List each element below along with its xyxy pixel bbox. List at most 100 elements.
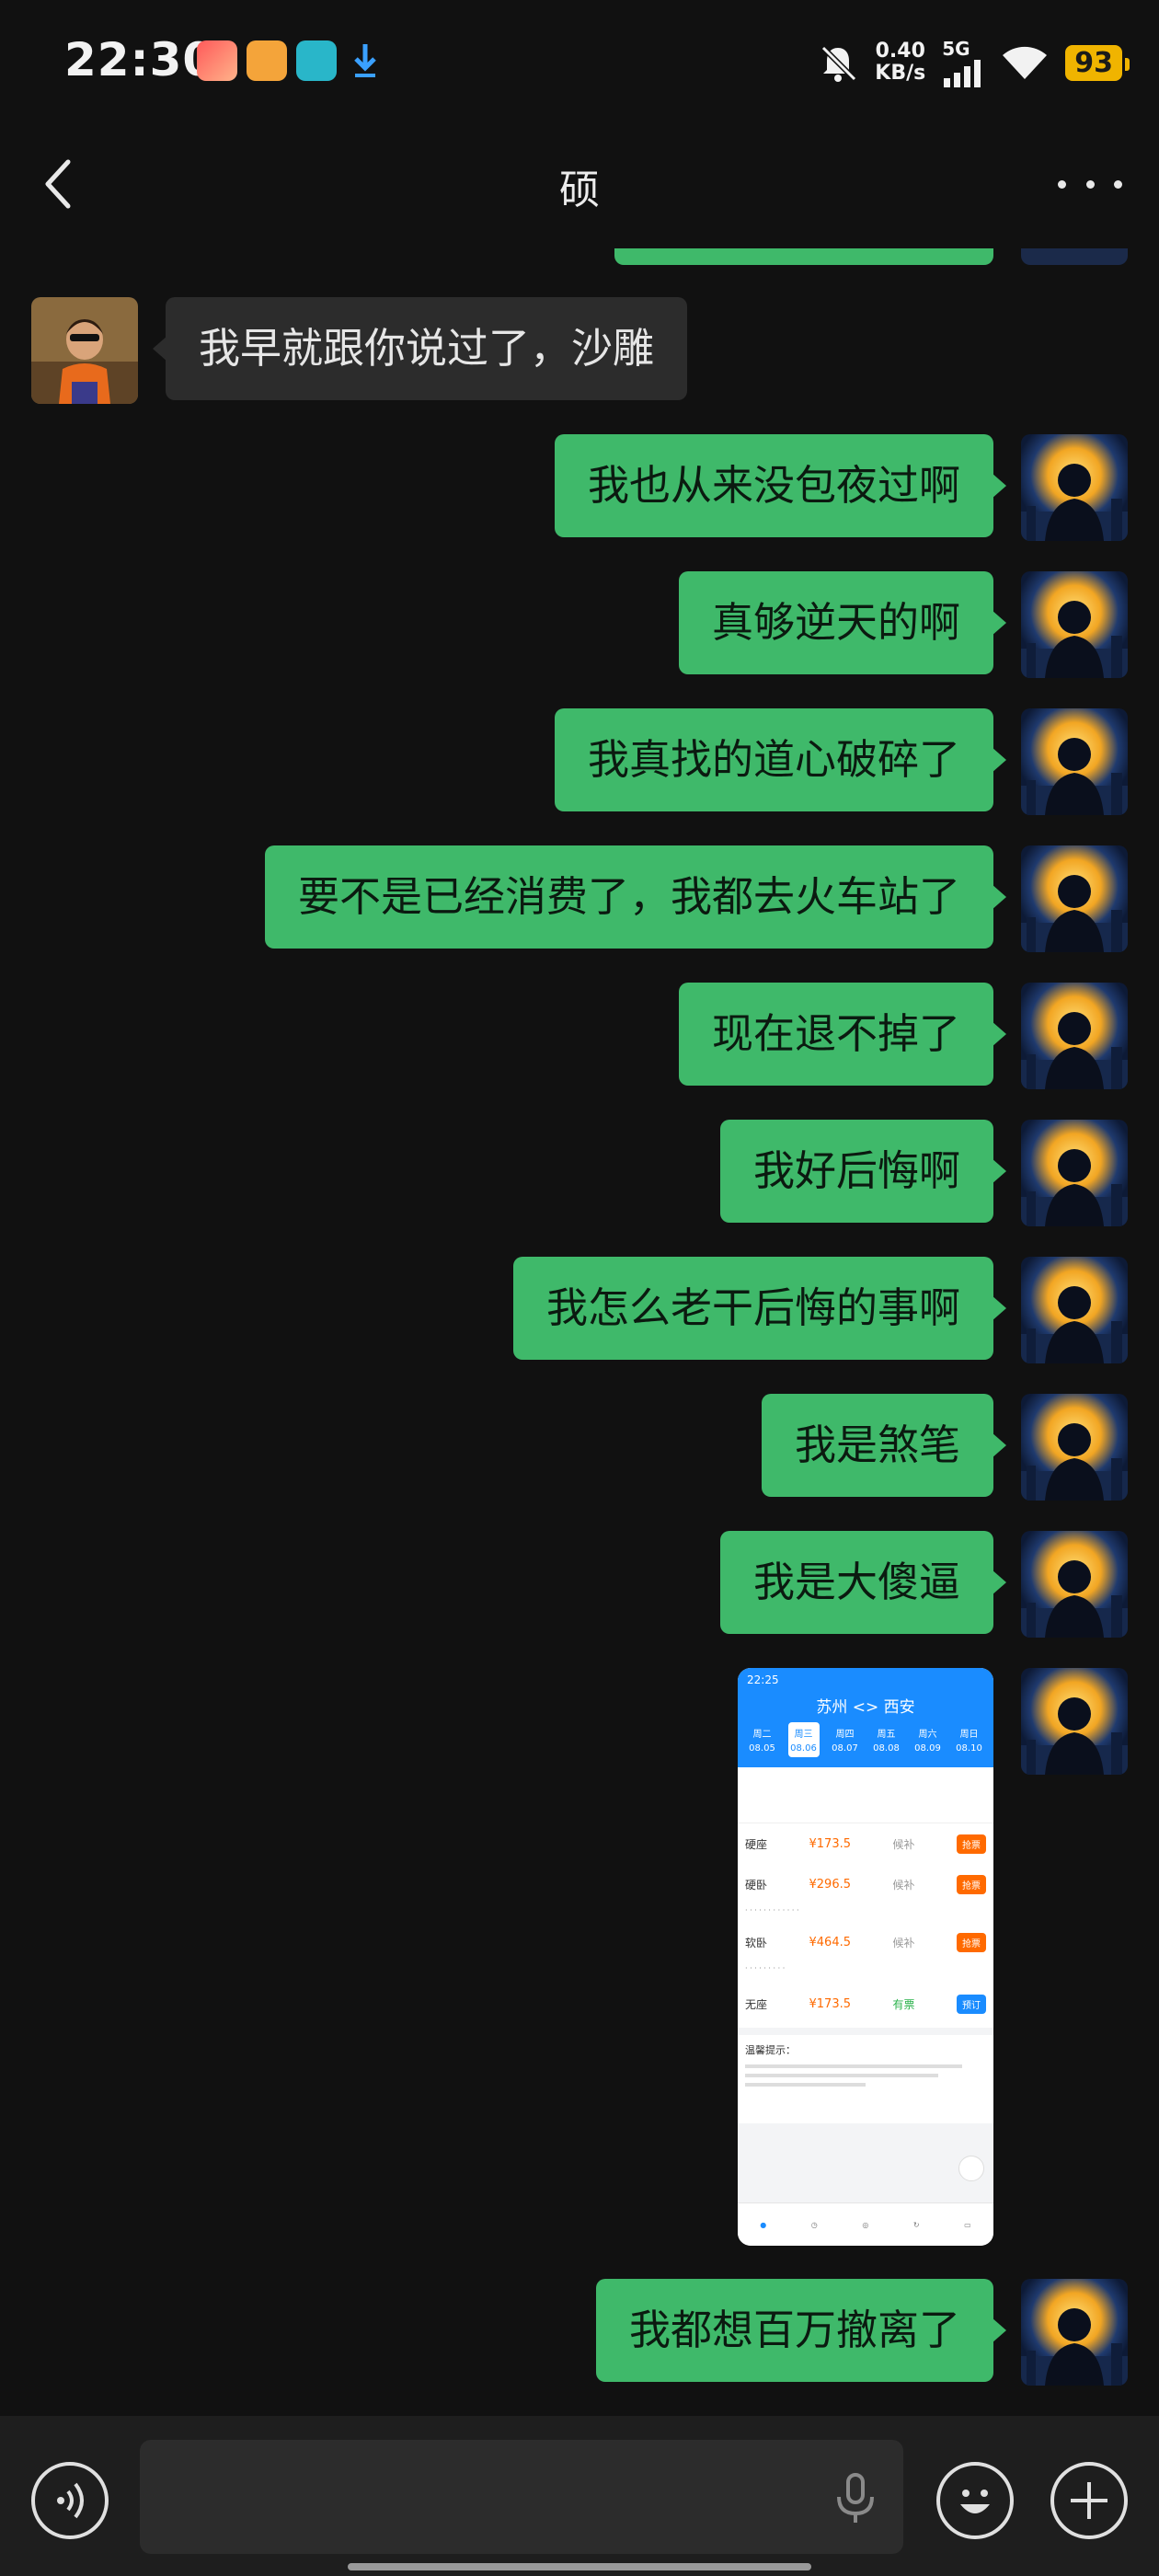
more-dot-icon [1058, 179, 1066, 189]
date-value: 08.05 [749, 1743, 775, 1754]
date-value: 08.09 [914, 1743, 941, 1754]
date-day: 周三 [794, 1730, 813, 1740]
my-avatar[interactable] [1021, 2279, 1128, 2386]
date-day: 周四 [835, 1730, 855, 1740]
image-seat-row: 硬卧 ¥296.5 候补 抢票 [738, 1864, 993, 1904]
date-value: 08.10 [956, 1743, 982, 1754]
silhouette-avatar-icon [1021, 708, 1128, 815]
silhouette-avatar-icon [1021, 434, 1128, 541]
seat-status: 候补 [892, 1936, 915, 1949]
message-bubble-sent[interactable]: 我也从来没包夜过啊 [554, 434, 1007, 537]
date-day: 周五 [877, 1730, 896, 1740]
message-bubble-sent[interactable]: 我怎么老干后悔的事啊 [512, 1257, 1007, 1360]
message-bubble-sent[interactable]: 要不是已经消费了，我都去火车站了 [264, 845, 1007, 949]
my-avatar[interactable] [1021, 708, 1128, 815]
money-bag-icon [247, 40, 287, 81]
cartoon-avatar-icon [31, 297, 138, 404]
silhouette-avatar-icon [1021, 1257, 1128, 1363]
image-date-tab: 周六 08.09 [912, 1722, 944, 1757]
seat-type: 无座 [745, 1997, 768, 2011]
network-speed-value: 0.40 [875, 40, 925, 63]
seat-price: ¥173.5 [809, 1836, 852, 1851]
chat-header: 硕 [0, 120, 1159, 248]
image-tab-icon: ◷ [810, 2220, 818, 2229]
network-type: 5G [942, 38, 970, 60]
silhouette-avatar-icon [1021, 845, 1128, 952]
my-avatar[interactable] [1021, 571, 1128, 678]
image-filter-area [738, 1767, 993, 1823]
more-dot-icon [1114, 179, 1122, 189]
status-bar: 22:30 0.40 KB/s 5G 93 [0, 0, 1159, 120]
seat-action: 预订 [956, 1994, 986, 2014]
signal-group: 5G [942, 38, 984, 87]
message-bubble-sent[interactable]: 我是大傻逼 [719, 1531, 1007, 1634]
my-avatar[interactable] [1021, 1394, 1128, 1501]
date-value: 08.08 [873, 1743, 900, 1754]
seat-type: 软卧 [745, 1936, 768, 1949]
message-bubble-sent[interactable]: 现在退不掉了 [678, 983, 1007, 1086]
more-actions-button[interactable] [1050, 2462, 1128, 2539]
emoji-icon [960, 2490, 990, 2513]
chat-title: 硕 [559, 167, 600, 213]
network-speed-unit: KB/s [875, 62, 926, 85]
message-bubble-sent[interactable]: 我是煞笔 [761, 1394, 1007, 1497]
my-avatar[interactable] [1021, 845, 1128, 952]
back-chevron-icon[interactable] [37, 156, 83, 212]
plus-icon [1071, 2482, 1107, 2519]
image-header: 22:25 苏州 <> 西安 周二 08.05 周三 08.06 周四 08.07 周… [738, 1668, 993, 1767]
image-date-tab: 周日 08.10 [954, 1722, 985, 1757]
message-bubble-sent[interactable]: 我真找的道心破碎了 [554, 708, 1007, 811]
status-time: 22:30 [64, 33, 216, 86]
more-options-button[interactable] [1058, 166, 1122, 202]
image-date-tab-selected: 周三 08.06 [787, 1722, 820, 1757]
battery-indicator: 93 [1065, 44, 1130, 81]
image-row-detail: · · · · · · · · · · · · [738, 1904, 993, 1922]
seat-status: 候补 [892, 1837, 915, 1851]
silhouette-avatar-icon [1021, 1394, 1128, 1501]
my-avatar[interactable] [1021, 1257, 1128, 1363]
image-tip-title: 温馨提示： [745, 2044, 796, 2056]
scrolled-off-avatar [1021, 248, 1128, 265]
contact-avatar[interactable] [31, 297, 138, 404]
message-bubble-sent[interactable]: 真够逆天的啊 [678, 571, 1007, 674]
notification-app-icon [197, 40, 237, 81]
seat-price: ¥464.5 [809, 1935, 852, 1949]
image-message[interactable]: 22:25 苏州 <> 西安 周二 08.05 周三 08.06 周四 08.07 周… [738, 1668, 993, 2246]
image-seat-row: 无座 ¥173.5 有票 预订 [738, 1980, 993, 2035]
seat-status: 候补 [892, 1878, 915, 1892]
image-route-title: 苏州 <> 西安 [816, 1698, 915, 1717]
message-bubble-sent[interactable]: 我好后悔啊 [719, 1120, 1007, 1223]
seat-type: 硬座 [745, 1837, 768, 1851]
my-avatar[interactable] [1021, 1668, 1128, 1775]
image-tab-icon: ↻ [912, 2220, 920, 2229]
my-avatar[interactable] [1021, 1531, 1128, 1638]
date-day: 周日 [959, 1730, 979, 1740]
my-avatar[interactable] [1021, 434, 1128, 541]
image-date-tab: 周四 08.07 [830, 1722, 861, 1757]
seat-action: 抢票 [956, 1874, 986, 1894]
signal-icon [944, 60, 981, 87]
date-day: 周六 [918, 1730, 937, 1740]
emoji-button[interactable] [936, 2462, 1014, 2539]
date-day: 周二 [752, 1730, 772, 1740]
message-bubble-received[interactable]: 我早就跟你说过了，沙雕 [152, 297, 688, 400]
silhouette-avatar-icon [1021, 571, 1128, 678]
wifi-icon [1003, 46, 1048, 79]
image-seat-row: 硬座 ¥173.5 候补 抢票 [738, 1823, 993, 1864]
seat-price: ¥173.5 [809, 1996, 852, 2011]
my-avatar[interactable] [1021, 1120, 1128, 1226]
image-tab-icon: ▭ [964, 2220, 971, 2229]
my-avatar[interactable] [1021, 983, 1128, 1089]
tip-line [745, 2083, 866, 2087]
silhouette-avatar-icon [1021, 1531, 1128, 1638]
silhouette-avatar-icon [1021, 983, 1128, 1089]
message-text-input[interactable] [140, 2440, 903, 2554]
network-speed: 0.40 KB/s [875, 40, 925, 85]
voice-icon [57, 2482, 84, 2519]
home-indicator[interactable] [348, 2563, 811, 2570]
microphone-icon[interactable] [830, 2471, 881, 2526]
message-bubble-sent[interactable]: 我都想百万撤离了 [595, 2279, 1007, 2382]
voice-toggle-button[interactable] [31, 2462, 109, 2539]
silhouette-avatar-icon [1021, 1668, 1128, 1775]
seat-action: 抢票 [956, 1932, 986, 1952]
